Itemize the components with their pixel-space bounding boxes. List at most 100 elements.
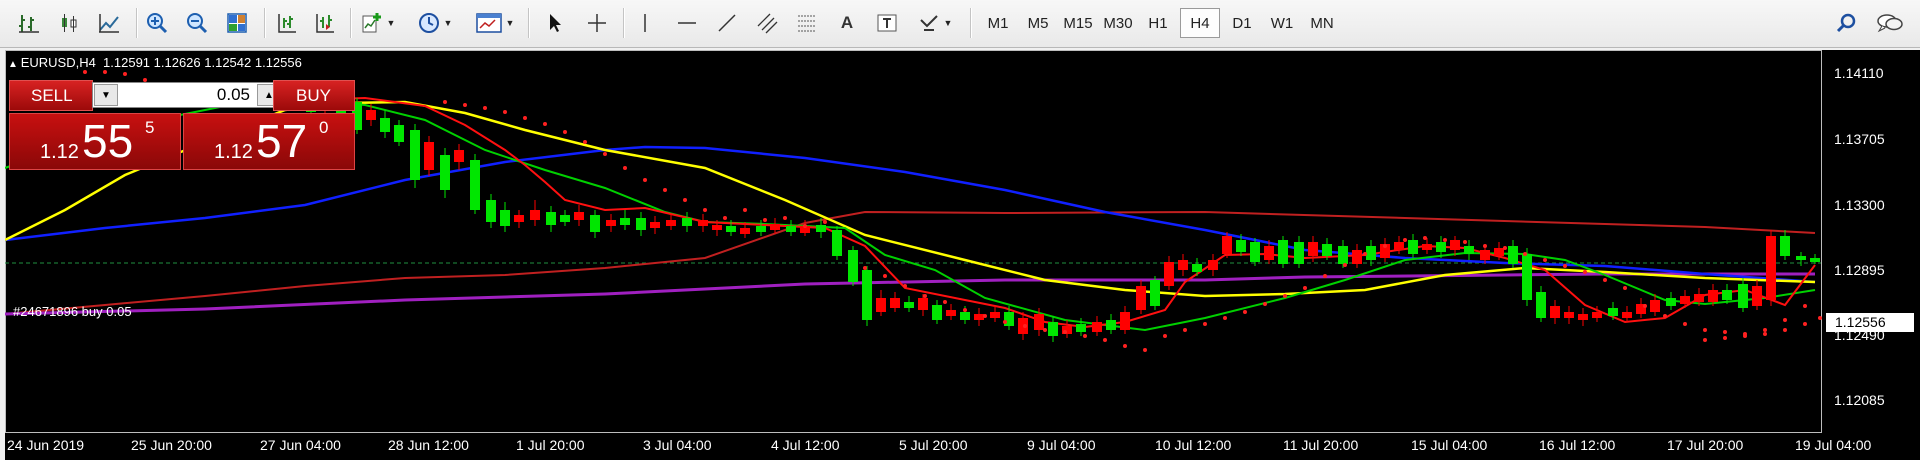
- bar-chart-icon[interactable]: [14, 8, 44, 38]
- chevron-down-icon: ▼: [101, 89, 111, 101]
- candle-body: [650, 222, 660, 228]
- price-axis-label: 1.12085: [1834, 392, 1885, 408]
- arrows-dropdown[interactable]: ▼: [912, 8, 958, 38]
- candle-body: [1752, 286, 1762, 306]
- equidistant-channel-icon[interactable]: [752, 8, 782, 38]
- sar-dot: [1763, 332, 1767, 336]
- periodicity-dropdown[interactable]: ▼: [414, 8, 456, 38]
- sar-dot: [1363, 252, 1367, 256]
- lot-size-input[interactable]: ▼ 0.05 ▲: [92, 82, 283, 108]
- candle-body: [410, 130, 420, 180]
- sar-dot: [1383, 244, 1387, 248]
- triangle-icon: ▲: [8, 59, 21, 70]
- timeframe-m1[interactable]: M1: [978, 8, 1018, 38]
- timeframe-w1[interactable]: W1: [1262, 8, 1302, 38]
- sar-dot: [1223, 316, 1227, 320]
- lot-decrease-button[interactable]: ▼: [94, 84, 118, 106]
- text-label-icon[interactable]: [872, 8, 902, 38]
- crosshair-icon[interactable]: [582, 8, 612, 38]
- tile-windows-icon[interactable]: [222, 8, 252, 38]
- sar-dot: [1603, 278, 1607, 282]
- templates-dropdown[interactable]: ▼: [472, 8, 518, 38]
- vertical-line-icon[interactable]: [630, 8, 660, 38]
- candle-body: [1738, 284, 1748, 308]
- candle-body: [726, 226, 736, 232]
- time-axis-label: 10 Jul 12:00: [1155, 437, 1232, 453]
- auto-scroll-icon[interactable]: [310, 8, 340, 38]
- candle-body: [1264, 246, 1274, 260]
- timeframe-mn[interactable]: MN: [1302, 8, 1342, 38]
- sar-dot: [983, 314, 987, 318]
- candle-body: [1352, 250, 1362, 264]
- candle-body: [1222, 236, 1232, 254]
- candle-body: [574, 212, 584, 220]
- candle-body: [636, 218, 646, 230]
- sell-button[interactable]: SELL: [9, 80, 93, 111]
- sar-dot: [1583, 270, 1587, 274]
- chevron-down-icon: ▼: [943, 18, 953, 28]
- buy-price[interactable]: 1.12 57 0: [183, 113, 355, 170]
- candle-body: [1092, 322, 1102, 332]
- sell-price[interactable]: 1.12 55 5: [9, 113, 181, 170]
- sar-dot: [1503, 246, 1507, 250]
- candle-body: [1564, 312, 1574, 318]
- sar-dot: [583, 140, 587, 144]
- sell-price-prefix: 1.12: [40, 141, 79, 163]
- candlestick-chart-icon[interactable]: [54, 8, 84, 38]
- current-price-tag: 1.12556: [1826, 313, 1914, 332]
- candle-body: [1708, 290, 1718, 302]
- time-axis-label: 5 Jul 20:00: [899, 437, 968, 453]
- candle-body: [1048, 322, 1058, 336]
- candle-body: [1536, 292, 1546, 318]
- sar-dot: [823, 220, 827, 224]
- candle-body: [1810, 258, 1820, 262]
- candle-body: [454, 150, 464, 162]
- zoom-in-icon[interactable]: [142, 8, 172, 38]
- fibonacci-icon[interactable]: [792, 8, 822, 38]
- candle-body: [712, 225, 722, 230]
- sar-dot: [1003, 320, 1007, 324]
- candle-body: [832, 230, 842, 256]
- price-axis-label: 1.13300: [1834, 197, 1885, 213]
- sar-dot: [943, 300, 947, 304]
- candle-body: [918, 298, 928, 310]
- horizontal-line-icon[interactable]: [672, 8, 702, 38]
- sar-dot: [1703, 328, 1707, 332]
- template-icon: [475, 13, 502, 33]
- candle-body: [1722, 290, 1732, 300]
- toolbar: ▼ ▼ ▼ A ▼ M1 M5 M15 M30 H1 H4 D1 W1 MN: [0, 0, 1920, 48]
- sar-dot: [1283, 294, 1287, 298]
- timeframe-m30[interactable]: M30: [1098, 8, 1138, 38]
- candle-body: [1680, 296, 1690, 304]
- candle-body: [1366, 246, 1376, 260]
- timeframe-h4[interactable]: H4: [1180, 8, 1220, 38]
- sar-dot: [743, 208, 747, 212]
- candle-body: [1522, 254, 1532, 300]
- sar-dot: [803, 224, 807, 228]
- candle-body: [1150, 280, 1160, 306]
- cursor-icon[interactable]: [540, 8, 570, 38]
- sar-dot: [903, 284, 907, 288]
- chat-icon[interactable]: [1872, 8, 1908, 38]
- buy-button[interactable]: BUY: [273, 80, 355, 111]
- candle-body: [1322, 244, 1332, 256]
- chart-shift-icon[interactable]: [272, 8, 302, 38]
- text-icon[interactable]: A: [832, 8, 862, 38]
- line-chart-icon[interactable]: [94, 8, 124, 38]
- sar-dot: [1163, 334, 1167, 338]
- candle-body: [1208, 260, 1218, 270]
- timeframe-m15[interactable]: M15: [1058, 8, 1098, 38]
- sar-dot: [1123, 344, 1127, 348]
- sell-price-fraction: 5: [145, 118, 155, 137]
- timeframe-m5[interactable]: M5: [1018, 8, 1058, 38]
- order-line-label[interactable]: #24671896 buy 0.05: [13, 304, 132, 319]
- search-icon[interactable]: [1832, 8, 1862, 38]
- indicators-dropdown[interactable]: ▼: [357, 8, 399, 38]
- timeframe-h1[interactable]: H1: [1138, 8, 1178, 38]
- timeframe-d1[interactable]: D1: [1222, 8, 1262, 38]
- time-axis-label: 4 Jul 12:00: [771, 437, 840, 453]
- sar-dot: [923, 294, 927, 298]
- candle-body: [1236, 240, 1246, 252]
- trendline-icon[interactable]: [712, 8, 742, 38]
- zoom-out-icon[interactable]: [182, 8, 212, 38]
